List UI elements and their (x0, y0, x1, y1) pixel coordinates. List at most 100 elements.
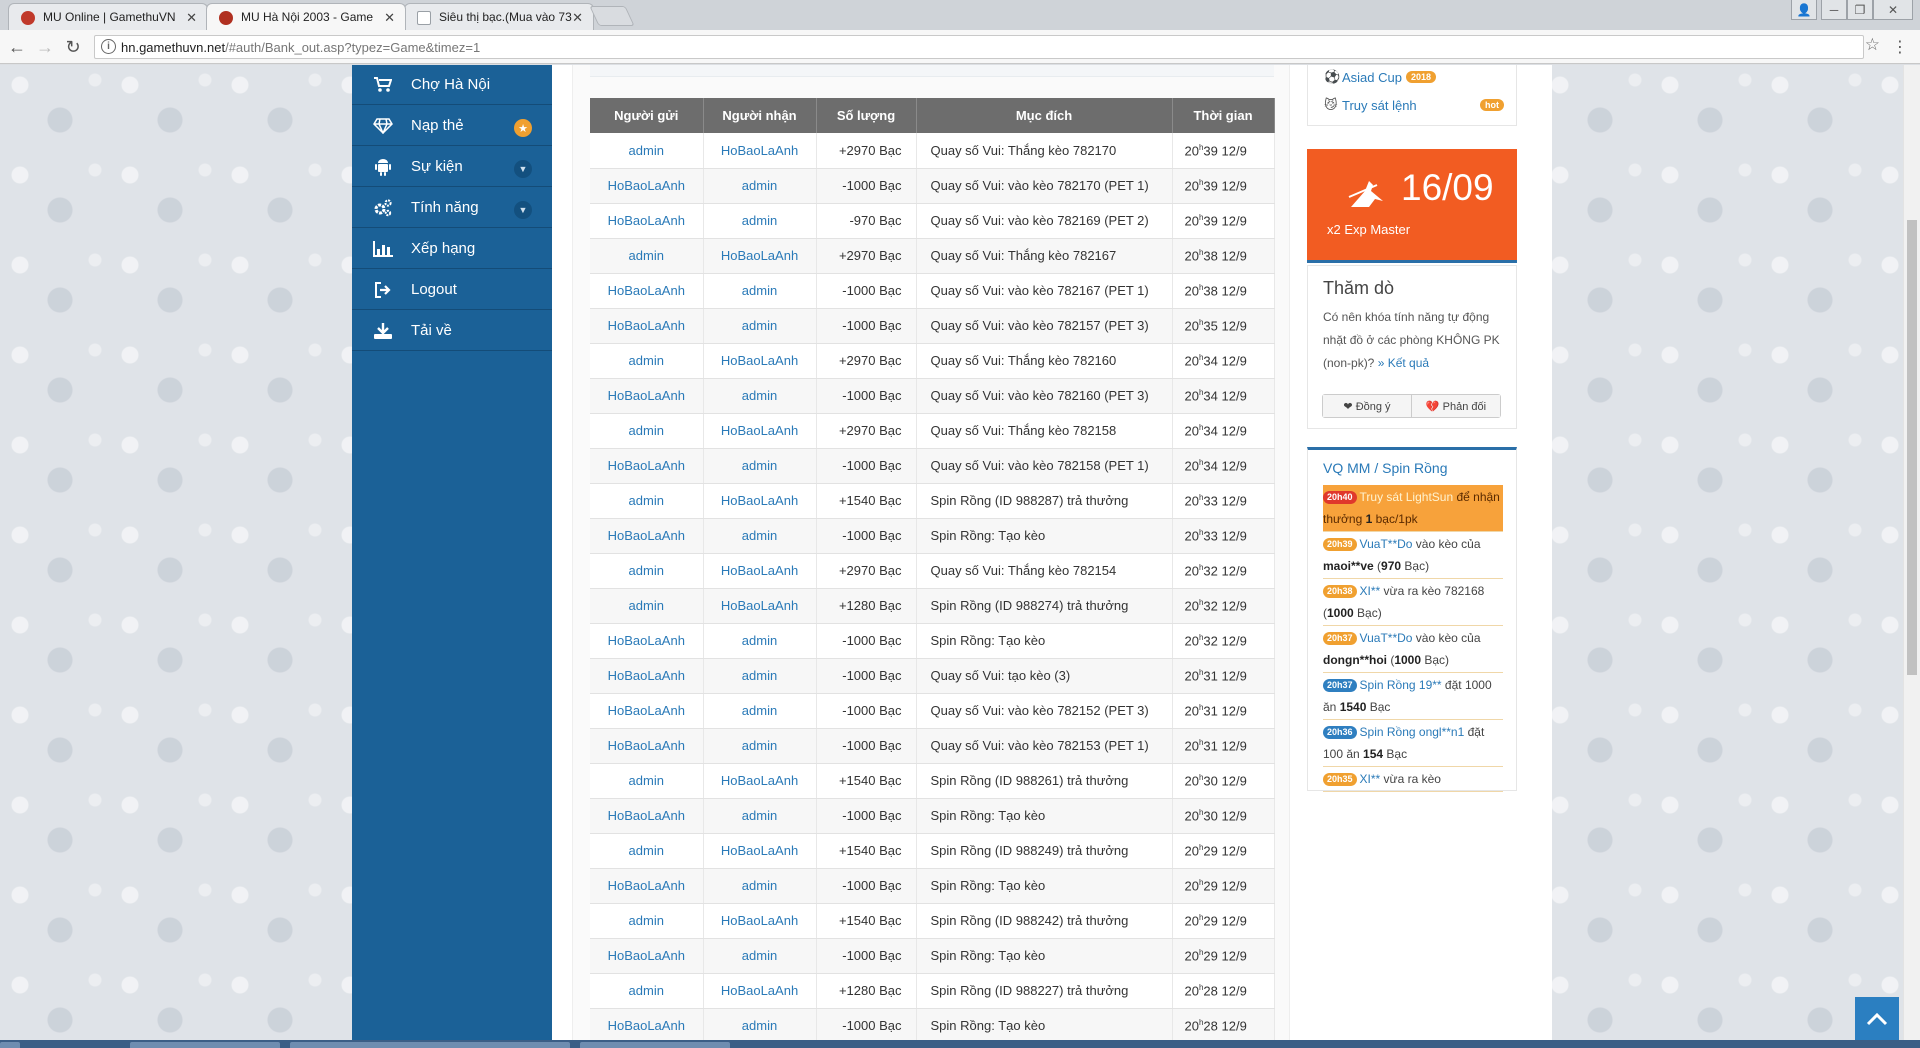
receiver-cell[interactable]: admin (703, 938, 817, 974)
sender-cell[interactable]: HoBaoLaAnh (590, 273, 704, 309)
sender-cell[interactable]: HoBaoLaAnh (590, 1008, 704, 1040)
sender-cell[interactable]: admin (590, 553, 704, 589)
receiver-cell[interactable]: HoBaoLaAnh (703, 413, 817, 449)
receiver-cell[interactable]: HoBaoLaAnh (703, 588, 817, 624)
feed-link[interactable]: Spin Rồng ongl**n1 (1360, 725, 1465, 739)
sender-cell[interactable]: HoBaoLaAnh (590, 868, 704, 904)
minimize-button[interactable]: ─ (1821, 0, 1847, 20)
agree-button[interactable]: ❤ Đồng ý (1323, 395, 1412, 417)
receiver-cell[interactable]: admin (703, 798, 817, 834)
browser-tab-3[interactable]: Siêu thị bạc.(Mua vào 73 ✕ (404, 3, 594, 30)
profile-icon[interactable]: 👤 (1791, 0, 1817, 20)
poll-result-link[interactable]: » Kết quả (1378, 356, 1429, 370)
receiver-cell[interactable]: HoBaoLaAnh (703, 133, 817, 169)
sender-cell[interactable]: HoBaoLaAnh (590, 448, 704, 484)
sender-cell[interactable]: admin (590, 588, 704, 624)
sidebar-item-tai-ve[interactable]: Tải về (352, 311, 552, 351)
receiver-cell[interactable]: admin (703, 168, 817, 204)
back-button[interactable]: ← (6, 36, 28, 58)
scrollbar-thumb[interactable] (1907, 220, 1917, 675)
start-button[interactable] (0, 1042, 20, 1048)
new-tab-button[interactable] (589, 6, 635, 26)
receiver-cell[interactable]: HoBaoLaAnh (703, 483, 817, 519)
url-input[interactable]: i hn.gamethuvn.net/#auth/Bank_out.asp?ty… (94, 35, 1864, 59)
receiver-cell[interactable]: admin (703, 868, 817, 904)
browser-menu-icon[interactable]: ⋮ (1892, 37, 1908, 57)
sidebar-item-logout[interactable]: Logout (352, 270, 552, 310)
feed-link[interactable]: VuaT**Do (1360, 537, 1413, 551)
restore-button[interactable]: ❐ (1847, 0, 1873, 20)
reload-button[interactable]: ↻ (62, 36, 84, 58)
tab-close-icon[interactable]: ✕ (186, 10, 197, 26)
sender-cell[interactable]: HoBaoLaAnh (590, 658, 704, 694)
receiver-cell[interactable]: admin (703, 693, 817, 729)
forward-button[interactable]: → (34, 36, 56, 58)
scroll-to-top-button[interactable] (1855, 997, 1899, 1040)
receiver-cell[interactable]: HoBaoLaAnh (703, 343, 817, 379)
sender-cell[interactable]: admin (590, 903, 704, 939)
sender-cell[interactable]: HoBaoLaAnh (590, 378, 704, 414)
link-truy-sat-lenh[interactable]: 😼 Truy sát lệnh hot (1324, 95, 1504, 115)
chevron-down-icon[interactable]: ▼ (514, 160, 532, 178)
receiver-cell[interactable]: HoBaoLaAnh (703, 763, 817, 799)
sender-cell[interactable]: HoBaoLaAnh (590, 623, 704, 659)
sender-cell[interactable]: HoBaoLaAnh (590, 938, 704, 974)
sender-cell[interactable]: HoBaoLaAnh (590, 308, 704, 344)
receiver-cell[interactable]: HoBaoLaAnh (703, 833, 817, 869)
sidebar-item-nap-the[interactable]: Nạp thẻ ★ (352, 106, 552, 146)
sender-cell[interactable]: HoBaoLaAnh (590, 518, 704, 554)
link-asiad-cup[interactable]: ⚽ Asiad Cup 2018 (1324, 67, 1437, 87)
tab-close-icon[interactable]: ✕ (572, 10, 583, 26)
site-info-icon[interactable]: i (101, 39, 116, 54)
receiver-cell[interactable]: admin (703, 518, 817, 554)
taskbar-app[interactable] (290, 1042, 420, 1048)
sender-cell[interactable]: HoBaoLaAnh (590, 693, 704, 729)
receiver-cell[interactable]: admin (703, 378, 817, 414)
vq-title[interactable]: VQ MM / Spin Rồng (1323, 460, 1448, 476)
sidebar-item-tinh-nang[interactable]: Tính năng ▼ (352, 188, 552, 228)
page-scrollbar[interactable] (1903, 65, 1920, 1040)
receiver-cell[interactable]: admin (703, 658, 817, 694)
sender-cell[interactable]: admin (590, 483, 704, 519)
sender-cell[interactable]: admin (590, 133, 704, 169)
receiver-cell[interactable]: admin (703, 203, 817, 239)
sender-cell[interactable]: admin (590, 833, 704, 869)
sender-cell[interactable]: admin (590, 343, 704, 379)
receiver-cell[interactable]: admin (703, 273, 817, 309)
receiver-cell[interactable]: admin (703, 308, 817, 344)
feed-link[interactable]: VuaT**Do (1360, 631, 1413, 645)
bookmark-star-icon[interactable]: ☆ (1865, 35, 1880, 55)
taskbar-app[interactable] (580, 1042, 730, 1048)
feed-link[interactable]: XI** (1360, 584, 1381, 598)
sidebar-item-cho-ha-noi[interactable]: Chợ Hà Nội (352, 65, 552, 105)
receiver-cell[interactable]: admin (703, 623, 817, 659)
receiver-cell[interactable]: admin (703, 1008, 817, 1040)
event-banner[interactable]: 16/09 x2 Exp Master (1307, 149, 1517, 263)
sender-cell[interactable]: admin (590, 973, 704, 1009)
receiver-cell[interactable]: admin (703, 728, 817, 764)
close-window-button[interactable]: ✕ (1873, 0, 1913, 20)
receiver-cell[interactable]: admin (703, 448, 817, 484)
sender-cell[interactable]: HoBaoLaAnh (590, 168, 704, 204)
receiver-cell[interactable]: HoBaoLaAnh (703, 903, 817, 939)
sidebar-item-xep-hang[interactable]: Xếp hạng (352, 229, 552, 269)
sender-cell[interactable]: admin (590, 238, 704, 274)
chevron-down-icon[interactable]: ▼ (514, 201, 532, 219)
feed-link[interactable]: Truy sát LightSun (1360, 490, 1454, 504)
taskbar-app[interactable] (410, 1042, 570, 1048)
sender-cell[interactable]: admin (590, 763, 704, 799)
browser-tab-1[interactable]: MU Online | GamethuVN ✕ (8, 3, 208, 30)
sidebar-item-su-kien[interactable]: Sự kiện ▼ (352, 147, 552, 187)
browser-tab-2[interactable]: MU Hà Nội 2003 - Game ✕ (206, 3, 406, 30)
sender-cell[interactable]: HoBaoLaAnh (590, 728, 704, 764)
tab-close-icon[interactable]: ✕ (384, 10, 395, 26)
sender-cell[interactable]: admin (590, 413, 704, 449)
receiver-cell[interactable]: HoBaoLaAnh (703, 553, 817, 589)
taskbar-app[interactable] (130, 1042, 280, 1048)
disagree-button[interactable]: 💔 Phản đối (1412, 395, 1500, 417)
feed-link[interactable]: XI** (1360, 772, 1381, 786)
receiver-cell[interactable]: HoBaoLaAnh (703, 973, 817, 1009)
receiver-cell[interactable]: HoBaoLaAnh (703, 238, 817, 274)
sender-cell[interactable]: HoBaoLaAnh (590, 203, 704, 239)
feed-link[interactable]: Spin Rồng 19** (1360, 678, 1442, 692)
